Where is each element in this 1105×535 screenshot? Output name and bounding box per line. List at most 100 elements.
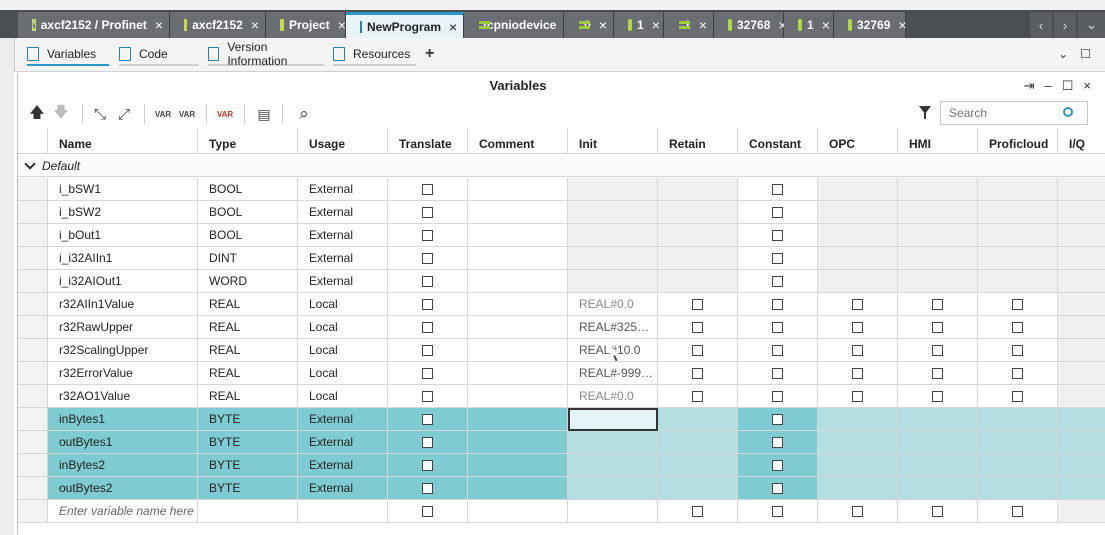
- iq-cell[interactable]: [1058, 201, 1105, 224]
- table-row[interactable]: r32ScalingUpper REAL Local REAL#10.0: [18, 339, 1105, 362]
- constant-cell[interactable]: [738, 362, 818, 385]
- close-icon[interactable]: ×: [822, 17, 830, 33]
- document-tab[interactable]: 1 ×: [614, 12, 664, 38]
- tab-version-information[interactable]: Version Information: [208, 40, 324, 68]
- column-header[interactable]: OPC: [818, 128, 898, 154]
- checkbox[interactable]: [1012, 391, 1023, 402]
- retain-cell[interactable]: [658, 316, 738, 339]
- variable-usage-cell[interactable]: External: [298, 477, 388, 500]
- chevron-down-icon[interactable]: [24, 158, 36, 170]
- checkbox[interactable]: [932, 391, 943, 402]
- constant-cell[interactable]: [738, 316, 818, 339]
- hmi-cell[interactable]: [898, 178, 978, 201]
- row-gutter[interactable]: [18, 293, 48, 316]
- close-icon[interactable]: ×: [652, 17, 660, 33]
- checkbox[interactable]: [932, 368, 943, 379]
- hmi-cell[interactable]: [898, 362, 978, 385]
- init-value-cell[interactable]: REAL#0.0: [568, 293, 658, 316]
- variable-name-cell[interactable]: r32AIIn1Value: [48, 293, 198, 316]
- constant-cell[interactable]: [738, 247, 818, 270]
- document-tab[interactable]: tcpniodevice×: [464, 12, 573, 38]
- iq-cell[interactable]: [1058, 293, 1105, 316]
- variable-type-cell[interactable]: REAL: [198, 385, 298, 408]
- comment-cell[interactable]: [468, 454, 568, 477]
- document-tab[interactable]: Project ×: [266, 12, 346, 38]
- init-value-cell[interactable]: REAL#0.0: [568, 385, 658, 408]
- iq-cell[interactable]: [1058, 224, 1105, 247]
- comment-cell[interactable]: [468, 385, 568, 408]
- column-header[interactable]: Proficloud: [978, 128, 1058, 154]
- variable-name-cell[interactable]: outBytes2: [48, 477, 198, 500]
- checkbox[interactable]: [422, 276, 433, 287]
- checkbox[interactable]: [1012, 506, 1023, 517]
- proficloud-cell[interactable]: [978, 385, 1058, 408]
- proficloud-cell[interactable]: [978, 293, 1058, 316]
- iq-cell[interactable]: [1058, 316, 1105, 339]
- checkbox[interactable]: [932, 322, 943, 333]
- constant-cell[interactable]: [738, 477, 818, 500]
- new-variable-row[interactable]: Enter variable name here: [18, 500, 1105, 523]
- translate-cell[interactable]: [388, 201, 468, 224]
- hmi-cell[interactable]: [898, 339, 978, 362]
- checkbox[interactable]: [932, 345, 943, 356]
- comment-cell[interactable]: [468, 477, 568, 500]
- comment-cell[interactable]: [468, 362, 568, 385]
- proficloud-cell[interactable]: [978, 431, 1058, 454]
- init-value-cell[interactable]: [568, 477, 658, 500]
- column-header[interactable]: Usage: [298, 128, 388, 154]
- init-value-cell[interactable]: REAL#325…: [568, 316, 658, 339]
- translate-cell[interactable]: [388, 247, 468, 270]
- checkbox[interactable]: [422, 483, 433, 494]
- comment-cell[interactable]: [468, 431, 568, 454]
- group-row-default[interactable]: Default: [18, 155, 1105, 177]
- variable-name-cell[interactable]: i_i32AIIn1: [48, 247, 198, 270]
- opc-cell[interactable]: [818, 178, 898, 201]
- hmi-cell[interactable]: [898, 408, 978, 431]
- variable-name-cell[interactable]: i_bSW1: [48, 178, 198, 201]
- checkbox[interactable]: [422, 322, 433, 333]
- checkbox[interactable]: [692, 299, 703, 310]
- variable-usage-cell[interactable]: External: [298, 247, 388, 270]
- hmi-cell[interactable]: [898, 500, 978, 523]
- opc-cell[interactable]: [818, 477, 898, 500]
- iq-cell[interactable]: [1058, 247, 1105, 270]
- checkbox[interactable]: [772, 460, 783, 471]
- variable-type-cell[interactable]: REAL: [198, 362, 298, 385]
- filter-icon[interactable]: [919, 106, 931, 119]
- checkbox[interactable]: [772, 253, 783, 264]
- init-value-cell[interactable]: [568, 270, 658, 293]
- checkbox[interactable]: [772, 276, 783, 287]
- init-value-cell[interactable]: REAL#-999…: [568, 362, 658, 385]
- comment-cell[interactable]: [468, 201, 568, 224]
- opc-cell[interactable]: [818, 454, 898, 477]
- checkbox[interactable]: [852, 506, 863, 517]
- move-up-button[interactable]: 🡅: [27, 104, 47, 124]
- checkbox[interactable]: [422, 437, 433, 448]
- row-gutter[interactable]: [18, 500, 48, 523]
- restore-icon[interactable]: ☐: [1080, 47, 1091, 61]
- table-row[interactable]: outBytes1 BYTE External: [18, 431, 1105, 454]
- retain-cell[interactable]: [658, 247, 738, 270]
- checkbox[interactable]: [772, 437, 783, 448]
- checkbox[interactable]: [422, 506, 433, 517]
- translate-cell[interactable]: [388, 362, 468, 385]
- checkbox[interactable]: [852, 322, 863, 333]
- variable-usage-cell[interactable]: [298, 500, 388, 523]
- document-tab[interactable]: NewProgram ×: [346, 12, 464, 38]
- column-header[interactable]: Translate: [388, 128, 468, 154]
- document-tab[interactable]: 32769 ×: [834, 12, 907, 38]
- translate-cell[interactable]: [388, 431, 468, 454]
- row-gutter[interactable]: [18, 362, 48, 385]
- checkbox[interactable]: [772, 483, 783, 494]
- checkbox[interactable]: [932, 299, 943, 310]
- pin-icon[interactable]: ⇥: [1024, 78, 1035, 94]
- variable-usage-cell[interactable]: External: [298, 270, 388, 293]
- opc-cell[interactable]: [818, 293, 898, 316]
- variable-usage-cell[interactable]: External: [298, 224, 388, 247]
- column-header[interactable]: I/Q: [1058, 128, 1105, 154]
- tab-scroll-left-button[interactable]: ‹: [1030, 12, 1052, 38]
- proficloud-cell[interactable]: [978, 339, 1058, 362]
- checkbox[interactable]: [422, 460, 433, 471]
- retain-cell[interactable]: [658, 408, 738, 431]
- init-value-cell[interactable]: [568, 408, 658, 431]
